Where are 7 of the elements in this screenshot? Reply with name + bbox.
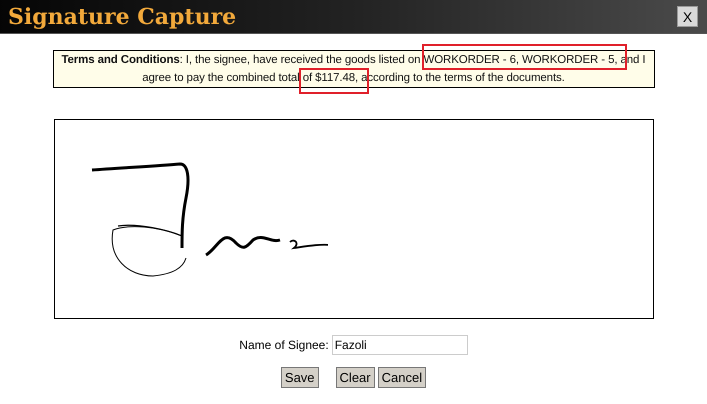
action-button[interactable]: Clear: [336, 367, 375, 388]
close-button[interactable]: X: [677, 6, 698, 27]
signee-field[interactable]: Fazoli: [332, 335, 468, 355]
window-title: Signature Capture: [8, 4, 236, 30]
action-button[interactable]: Save: [280, 367, 319, 388]
signee-label: Name of Signee:: [239, 338, 329, 352]
action-button[interactable]: Cancel: [378, 367, 426, 388]
